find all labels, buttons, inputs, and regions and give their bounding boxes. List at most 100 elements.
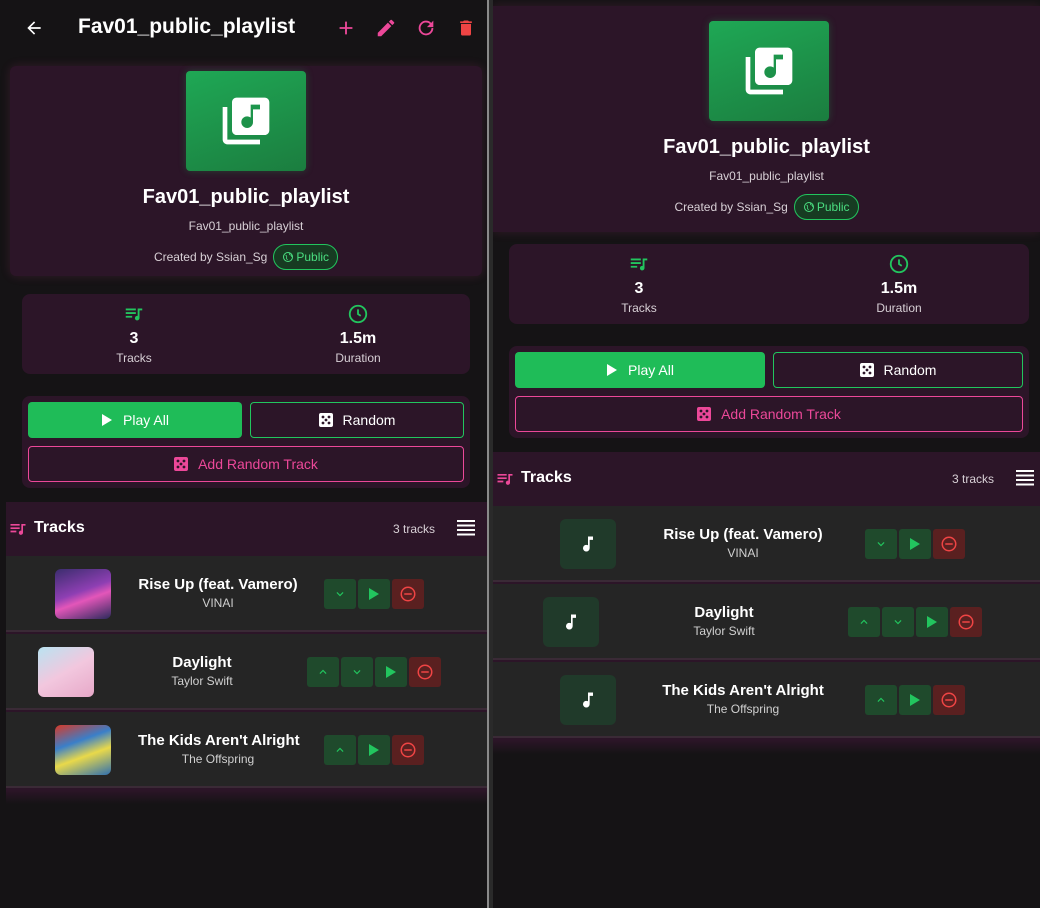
minus-circle-icon (941, 692, 957, 708)
play-icon (386, 666, 396, 678)
play-track-button[interactable] (899, 529, 931, 559)
tracks-title: Tracks (34, 519, 85, 536)
track-list: Rise Up (feat. Vamero) VINAI Daylight Ta… (6, 554, 487, 790)
track-artist: Taylor Swift (171, 674, 233, 688)
play-icon (102, 414, 113, 426)
visibility-badge: Public (273, 244, 339, 270)
refresh-button[interactable] (412, 14, 440, 42)
playlist-description: Fav01_public_playlist (709, 169, 824, 183)
add-random-track-button[interactable]: Add Random Track (515, 396, 1023, 432)
play-icon (369, 588, 379, 600)
chevron-down-icon (894, 620, 902, 625)
stat-duration: 1.5m Duration (769, 244, 1029, 324)
track-row[interactable]: Daylight Taylor Swift (6, 634, 487, 710)
remove-track-button[interactable] (933, 685, 965, 715)
album-art-placeholder (560, 519, 616, 569)
play-all-button[interactable]: Play All (28, 402, 242, 438)
track-row[interactable]: The Kids Aren't Alright The Offspring (6, 712, 487, 788)
tracks-header: Tracks 3 tracks (6, 502, 487, 554)
move-up-button[interactable] (324, 735, 356, 765)
track-row[interactable]: Daylight Taylor Swift (493, 584, 1040, 660)
playlist-cover (709, 21, 829, 121)
add-random-track-label: Add Random Track (198, 456, 318, 472)
track-name: Daylight (172, 654, 232, 671)
playlist-header-card: Fav01_public_playlist Fav01_public_playl… (493, 6, 1040, 232)
dice-icon (174, 457, 189, 471)
stat-tracks: 3 Tracks (509, 244, 769, 324)
dice-icon (318, 413, 333, 427)
track-row[interactable]: Rise Up (feat. Vamero) VINAI (6, 556, 487, 632)
delete-playlist-button[interactable] (452, 14, 480, 42)
playlist-header-card: Fav01_public_playlist Fav01_public_playl… (10, 66, 482, 276)
play-track-button[interactable] (375, 657, 407, 687)
track-artist: VINAI (727, 546, 759, 560)
play-all-label: Play All (123, 412, 169, 428)
random-label: Random (883, 362, 937, 378)
playlist-title: Fav01_public_playlist (663, 136, 870, 158)
move-down-button[interactable] (341, 657, 373, 687)
chevron-down-icon (336, 592, 344, 597)
random-button[interactable]: Random (773, 352, 1023, 388)
play-all-button[interactable]: Play All (515, 352, 765, 388)
play-track-button[interactable] (358, 735, 390, 765)
track-row[interactable]: The Kids Aren't Alright The Offspring (493, 662, 1040, 738)
remove-track-button[interactable] (392, 579, 424, 609)
play-track-button[interactable] (358, 579, 390, 609)
globe-icon (283, 252, 294, 262)
play-icon (927, 616, 937, 628)
track-info: Rise Up (feat. Vamero) VINAI (643, 526, 843, 560)
playlist-music-icon (630, 258, 648, 271)
play-all-label: Play All (628, 362, 674, 378)
clock-icon (889, 254, 909, 274)
play-track-button[interactable] (899, 685, 931, 715)
track-row[interactable]: Rise Up (feat. Vamero) VINAI (493, 506, 1040, 582)
back-button[interactable] (20, 14, 48, 42)
edit-playlist-button[interactable] (372, 14, 400, 42)
right-pane: Fav01_public_playlist Fav01_public_playl… (493, 0, 1040, 908)
toolbar-title: Fav01_public_playlist (78, 15, 296, 38)
track-name: The Kids Aren't Alright (138, 732, 300, 749)
remove-track-button[interactable] (950, 607, 982, 637)
music-note-icon (583, 692, 593, 708)
remove-track-button[interactable] (933, 529, 965, 559)
playlist-stats: 3 Tracks 1.5m Duration (509, 244, 1029, 324)
minus-circle-icon (417, 664, 433, 680)
library-music-icon (222, 97, 270, 145)
move-up-button[interactable] (307, 657, 339, 687)
add-random-track-button[interactable]: Add Random Track (28, 446, 464, 482)
move-up-button[interactable] (848, 607, 880, 637)
track-info: The Kids Aren't Alright The Offspring (138, 732, 300, 766)
add-track-button[interactable] (332, 14, 360, 42)
play-track-button[interactable] (916, 607, 948, 637)
visibility-label: Public (816, 200, 850, 214)
track-artist: VINAI (202, 596, 234, 610)
stat-tracks-value: 3 (129, 330, 139, 347)
list-icon[interactable] (1015, 468, 1035, 488)
track-info: Rise Up (feat. Vamero) VINAI (138, 576, 298, 610)
album-art (55, 725, 111, 775)
move-down-button[interactable] (882, 607, 914, 637)
move-down-button[interactable] (324, 579, 356, 609)
track-name: Rise Up (feat. Vamero) (663, 526, 823, 543)
remove-track-button[interactable] (409, 657, 441, 687)
visibility-label: Public (296, 250, 330, 264)
library-music-icon (745, 47, 793, 95)
list-icon[interactable] (456, 518, 476, 538)
music-note-icon (566, 614, 576, 630)
list-shadow (6, 790, 487, 804)
track-info: The Kids Aren't Alright The Offspring (643, 682, 843, 716)
chevron-down-icon (877, 542, 885, 547)
move-up-button[interactable] (865, 685, 897, 715)
play-icon (910, 694, 920, 706)
album-art (38, 647, 94, 697)
chevron-up-icon (319, 669, 327, 674)
left-pane: Fav01_public_playlist Fav01_public_playl… (0, 0, 487, 908)
stat-duration-value: 1.5m (880, 280, 918, 297)
globe-icon (803, 202, 814, 212)
visibility-badge: Public (793, 194, 859, 220)
move-down-button[interactable] (865, 529, 897, 559)
arrow-left-icon (27, 21, 41, 35)
plus-icon (339, 21, 353, 35)
remove-track-button[interactable] (392, 735, 424, 765)
random-button[interactable]: Random (250, 402, 464, 438)
